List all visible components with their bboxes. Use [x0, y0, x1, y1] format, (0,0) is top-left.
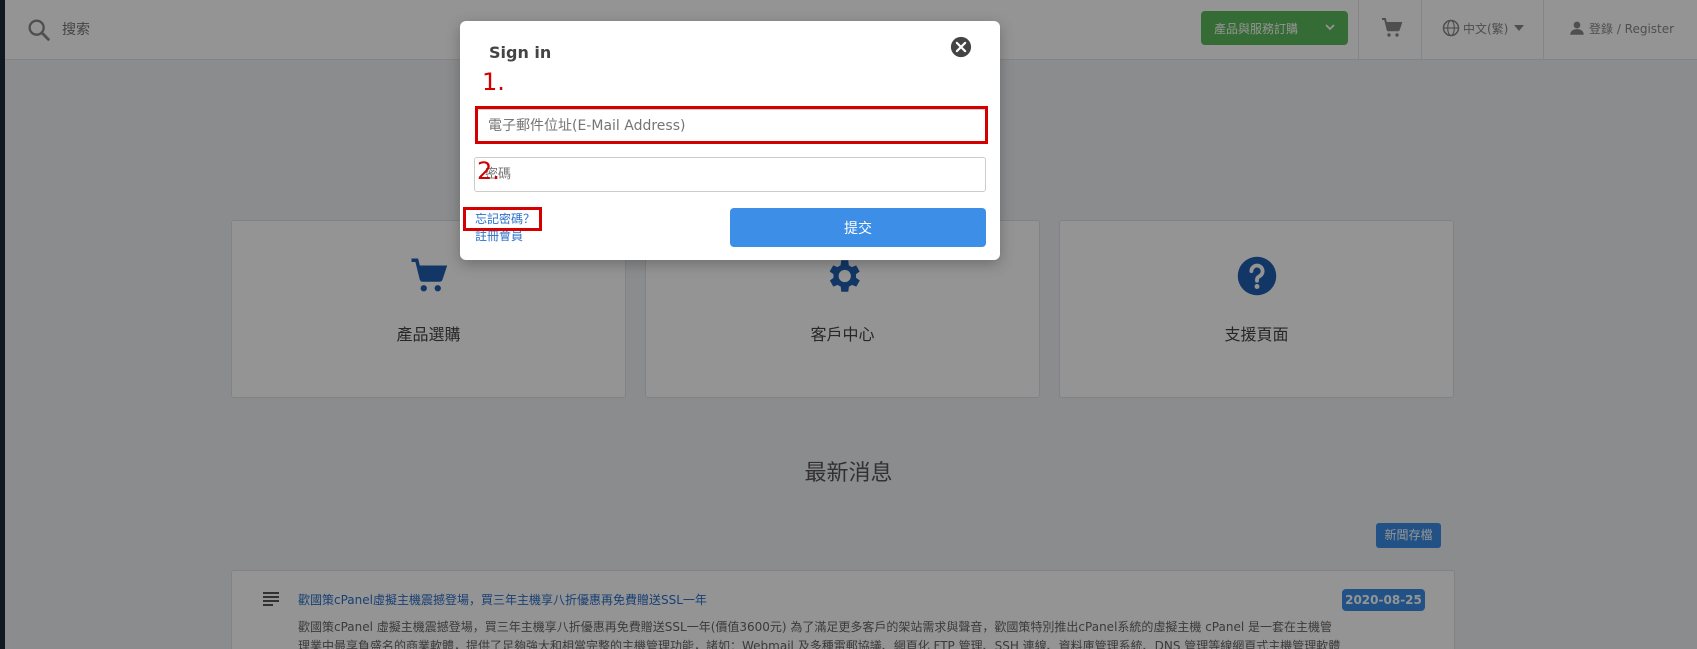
annotation-step-1: 1.: [482, 68, 505, 96]
close-icon[interactable]: [950, 36, 972, 58]
annotation-box-forgot: [463, 207, 542, 231]
annotation-step-2: 2.: [477, 157, 500, 185]
password-field[interactable]: [474, 157, 986, 192]
modal-title: Sign in: [489, 43, 552, 62]
sign-in-modal: Sign in 忘記密碼？ 註冊會員 提交 1. 2.: [460, 21, 1000, 260]
submit-button[interactable]: 提交: [730, 208, 986, 247]
annotation-box-email: [475, 106, 988, 144]
